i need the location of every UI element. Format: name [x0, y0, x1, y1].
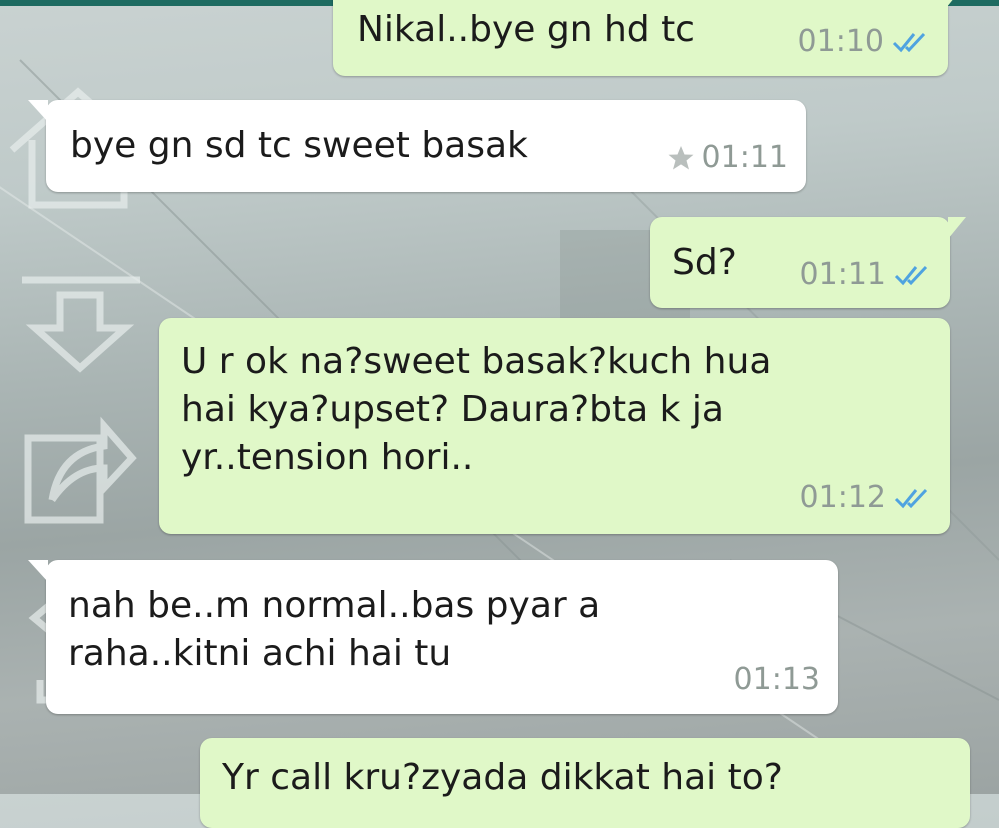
message-time: 01:12: [799, 480, 886, 515]
message-bubble-sent[interactable]: Nikal..bye gn hd tc 01:10: [333, 0, 964, 76]
message-text: nah be..m normal..bas pyar a raha..kitni…: [68, 585, 601, 674]
message-meta: 01:10: [798, 24, 930, 59]
share-icon[interactable]: [24, 416, 137, 524]
message-time: 01:10: [797, 24, 884, 59]
collapse-icon[interactable]: [22, 276, 140, 373]
star-icon: [668, 145, 694, 169]
message-meta: 01:11: [668, 140, 788, 175]
message-time: 01:11: [799, 257, 886, 292]
message-meta: 01:11: [800, 257, 932, 292]
message-time: 01:11: [701, 140, 788, 175]
message-time: 01:13: [733, 662, 820, 697]
message-text: Sd?: [672, 242, 737, 283]
message-bubble-sent[interactable]: U r ok na?sweet basak?kuch hua hai kya?u…: [159, 318, 950, 534]
message-meta: 01:13: [734, 662, 820, 697]
message-bubble-sent[interactable]: Yr call kru?zyada dikkat hai to?: [200, 738, 970, 828]
read-ticks-icon: [892, 32, 926, 52]
message-text: bye gn sd tc sweet basak: [70, 125, 528, 166]
message-text: Nikal..bye gn hd tc: [357, 9, 695, 50]
message-text: U r ok na?sweet basak?kuch hua hai kya?u…: [181, 341, 772, 478]
message-meta: 01:12: [800, 480, 932, 515]
read-ticks-icon: [894, 488, 928, 508]
message-text: Yr call kru?zyada dikkat hai to?: [222, 757, 783, 798]
read-ticks-icon: [894, 265, 928, 285]
message-bubble-received[interactable]: bye gn sd tc sweet basak 01:11: [28, 100, 806, 192]
message-bubble-sent[interactable]: Sd? 01:11: [650, 217, 966, 308]
message-bubble-received[interactable]: nah be..m normal..bas pyar a raha..kitni…: [28, 560, 838, 714]
